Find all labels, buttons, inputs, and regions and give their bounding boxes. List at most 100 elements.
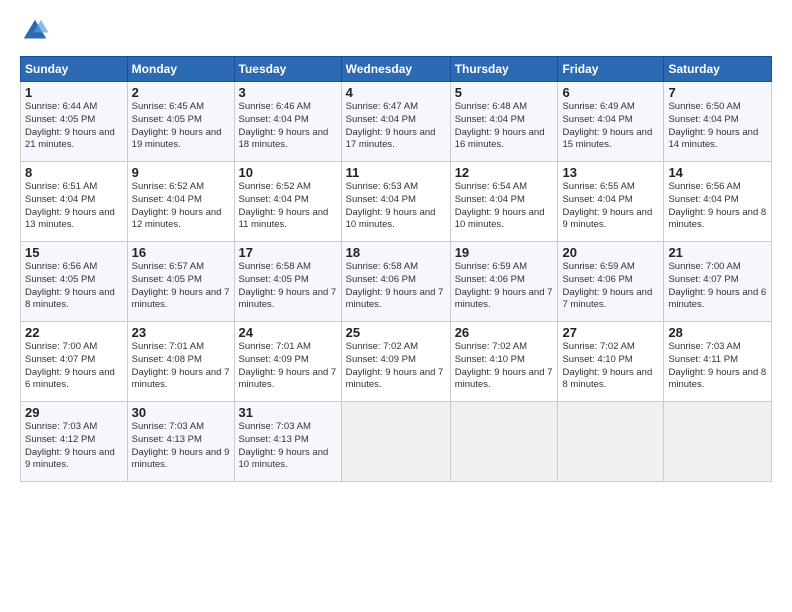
day-number: 8 bbox=[25, 165, 123, 180]
day-info: Sunrise: 7:03 AMSunset: 4:13 PMDaylight:… bbox=[239, 421, 337, 472]
calendar-cell: 13Sunrise: 6:55 AMSunset: 4:04 PMDayligh… bbox=[558, 162, 664, 242]
calendar-cell bbox=[664, 402, 772, 482]
logo bbox=[20, 16, 54, 46]
day-number: 21 bbox=[668, 245, 767, 260]
day-number: 10 bbox=[239, 165, 337, 180]
day-info: Sunrise: 6:56 AMSunset: 4:04 PMDaylight:… bbox=[668, 181, 767, 232]
col-header-monday: Monday bbox=[127, 57, 234, 82]
week-row-4: 22Sunrise: 7:00 AMSunset: 4:07 PMDayligh… bbox=[21, 322, 772, 402]
day-number: 27 bbox=[562, 325, 659, 340]
day-number: 26 bbox=[455, 325, 554, 340]
day-info: Sunrise: 6:50 AMSunset: 4:04 PMDaylight:… bbox=[668, 101, 767, 152]
day-info: Sunrise: 6:45 AMSunset: 4:05 PMDaylight:… bbox=[132, 101, 230, 152]
calendar-cell: 17Sunrise: 6:58 AMSunset: 4:05 PMDayligh… bbox=[234, 242, 341, 322]
calendar-cell: 12Sunrise: 6:54 AMSunset: 4:04 PMDayligh… bbox=[450, 162, 558, 242]
day-number: 6 bbox=[562, 85, 659, 100]
calendar-cell: 27Sunrise: 7:02 AMSunset: 4:10 PMDayligh… bbox=[558, 322, 664, 402]
day-info: Sunrise: 7:02 AMSunset: 4:10 PMDaylight:… bbox=[455, 341, 554, 392]
calendar-cell: 22Sunrise: 7:00 AMSunset: 4:07 PMDayligh… bbox=[21, 322, 128, 402]
col-header-saturday: Saturday bbox=[664, 57, 772, 82]
calendar-cell bbox=[558, 402, 664, 482]
day-number: 30 bbox=[132, 405, 230, 420]
day-number: 20 bbox=[562, 245, 659, 260]
day-number: 9 bbox=[132, 165, 230, 180]
day-info: Sunrise: 6:54 AMSunset: 4:04 PMDaylight:… bbox=[455, 181, 554, 232]
day-info: Sunrise: 6:58 AMSunset: 4:05 PMDaylight:… bbox=[239, 261, 337, 312]
col-header-thursday: Thursday bbox=[450, 57, 558, 82]
day-info: Sunrise: 6:51 AMSunset: 4:04 PMDaylight:… bbox=[25, 181, 123, 232]
day-number: 31 bbox=[239, 405, 337, 420]
day-info: Sunrise: 7:00 AMSunset: 4:07 PMDaylight:… bbox=[668, 261, 767, 312]
calendar-cell: 21Sunrise: 7:00 AMSunset: 4:07 PMDayligh… bbox=[664, 242, 772, 322]
day-info: Sunrise: 6:56 AMSunset: 4:05 PMDaylight:… bbox=[25, 261, 123, 312]
calendar-cell: 1Sunrise: 6:44 AMSunset: 4:05 PMDaylight… bbox=[21, 82, 128, 162]
calendar-cell: 11Sunrise: 6:53 AMSunset: 4:04 PMDayligh… bbox=[341, 162, 450, 242]
day-number: 16 bbox=[132, 245, 230, 260]
calendar-cell: 8Sunrise: 6:51 AMSunset: 4:04 PMDaylight… bbox=[21, 162, 128, 242]
day-info: Sunrise: 6:59 AMSunset: 4:06 PMDaylight:… bbox=[455, 261, 554, 312]
calendar-cell: 7Sunrise: 6:50 AMSunset: 4:04 PMDaylight… bbox=[664, 82, 772, 162]
calendar-cell: 23Sunrise: 7:01 AMSunset: 4:08 PMDayligh… bbox=[127, 322, 234, 402]
calendar-cell: 31Sunrise: 7:03 AMSunset: 4:13 PMDayligh… bbox=[234, 402, 341, 482]
day-number: 23 bbox=[132, 325, 230, 340]
day-number: 7 bbox=[668, 85, 767, 100]
calendar-cell bbox=[341, 402, 450, 482]
calendar-cell: 18Sunrise: 6:58 AMSunset: 4:06 PMDayligh… bbox=[341, 242, 450, 322]
day-info: Sunrise: 7:01 AMSunset: 4:08 PMDaylight:… bbox=[132, 341, 230, 392]
day-number: 18 bbox=[346, 245, 446, 260]
day-number: 11 bbox=[346, 165, 446, 180]
calendar-cell: 6Sunrise: 6:49 AMSunset: 4:04 PMDaylight… bbox=[558, 82, 664, 162]
col-header-wednesday: Wednesday bbox=[341, 57, 450, 82]
day-number: 25 bbox=[346, 325, 446, 340]
calendar-header-row: SundayMondayTuesdayWednesdayThursdayFrid… bbox=[21, 57, 772, 82]
week-row-2: 8Sunrise: 6:51 AMSunset: 4:04 PMDaylight… bbox=[21, 162, 772, 242]
calendar-cell: 20Sunrise: 6:59 AMSunset: 4:06 PMDayligh… bbox=[558, 242, 664, 322]
day-info: Sunrise: 6:47 AMSunset: 4:04 PMDaylight:… bbox=[346, 101, 446, 152]
day-info: Sunrise: 6:59 AMSunset: 4:06 PMDaylight:… bbox=[562, 261, 659, 312]
calendar-cell: 30Sunrise: 7:03 AMSunset: 4:13 PMDayligh… bbox=[127, 402, 234, 482]
day-number: 4 bbox=[346, 85, 446, 100]
day-info: Sunrise: 6:58 AMSunset: 4:06 PMDaylight:… bbox=[346, 261, 446, 312]
week-row-1: 1Sunrise: 6:44 AMSunset: 4:05 PMDaylight… bbox=[21, 82, 772, 162]
day-info: Sunrise: 7:03 AMSunset: 4:11 PMDaylight:… bbox=[668, 341, 767, 392]
day-number: 5 bbox=[455, 85, 554, 100]
day-info: Sunrise: 6:49 AMSunset: 4:04 PMDaylight:… bbox=[562, 101, 659, 152]
page: SundayMondayTuesdayWednesdayThursdayFrid… bbox=[0, 0, 792, 612]
calendar-cell: 14Sunrise: 6:56 AMSunset: 4:04 PMDayligh… bbox=[664, 162, 772, 242]
day-number: 13 bbox=[562, 165, 659, 180]
week-row-5: 29Sunrise: 7:03 AMSunset: 4:12 PMDayligh… bbox=[21, 402, 772, 482]
calendar-cell bbox=[450, 402, 558, 482]
day-number: 14 bbox=[668, 165, 767, 180]
day-number: 2 bbox=[132, 85, 230, 100]
day-number: 28 bbox=[668, 325, 767, 340]
header bbox=[20, 16, 772, 46]
day-number: 24 bbox=[239, 325, 337, 340]
calendar-cell: 4Sunrise: 6:47 AMSunset: 4:04 PMDaylight… bbox=[341, 82, 450, 162]
day-info: Sunrise: 6:52 AMSunset: 4:04 PMDaylight:… bbox=[132, 181, 230, 232]
day-info: Sunrise: 6:57 AMSunset: 4:05 PMDaylight:… bbox=[132, 261, 230, 312]
day-number: 15 bbox=[25, 245, 123, 260]
day-number: 29 bbox=[25, 405, 123, 420]
calendar-table: SundayMondayTuesdayWednesdayThursdayFrid… bbox=[20, 56, 772, 482]
calendar-cell: 28Sunrise: 7:03 AMSunset: 4:11 PMDayligh… bbox=[664, 322, 772, 402]
calendar-cell: 2Sunrise: 6:45 AMSunset: 4:05 PMDaylight… bbox=[127, 82, 234, 162]
day-number: 12 bbox=[455, 165, 554, 180]
day-number: 19 bbox=[455, 245, 554, 260]
day-info: Sunrise: 6:46 AMSunset: 4:04 PMDaylight:… bbox=[239, 101, 337, 152]
day-info: Sunrise: 7:03 AMSunset: 4:13 PMDaylight:… bbox=[132, 421, 230, 472]
day-info: Sunrise: 6:44 AMSunset: 4:05 PMDaylight:… bbox=[25, 101, 123, 152]
col-header-sunday: Sunday bbox=[21, 57, 128, 82]
day-info: Sunrise: 6:55 AMSunset: 4:04 PMDaylight:… bbox=[562, 181, 659, 232]
week-row-3: 15Sunrise: 6:56 AMSunset: 4:05 PMDayligh… bbox=[21, 242, 772, 322]
calendar-cell: 9Sunrise: 6:52 AMSunset: 4:04 PMDaylight… bbox=[127, 162, 234, 242]
day-number: 1 bbox=[25, 85, 123, 100]
calendar-cell: 19Sunrise: 6:59 AMSunset: 4:06 PMDayligh… bbox=[450, 242, 558, 322]
col-header-friday: Friday bbox=[558, 57, 664, 82]
day-info: Sunrise: 6:52 AMSunset: 4:04 PMDaylight:… bbox=[239, 181, 337, 232]
day-info: Sunrise: 7:00 AMSunset: 4:07 PMDaylight:… bbox=[25, 341, 123, 392]
calendar-cell: 16Sunrise: 6:57 AMSunset: 4:05 PMDayligh… bbox=[127, 242, 234, 322]
calendar-cell: 3Sunrise: 6:46 AMSunset: 4:04 PMDaylight… bbox=[234, 82, 341, 162]
calendar-cell: 10Sunrise: 6:52 AMSunset: 4:04 PMDayligh… bbox=[234, 162, 341, 242]
calendar-cell: 26Sunrise: 7:02 AMSunset: 4:10 PMDayligh… bbox=[450, 322, 558, 402]
day-info: Sunrise: 7:01 AMSunset: 4:09 PMDaylight:… bbox=[239, 341, 337, 392]
